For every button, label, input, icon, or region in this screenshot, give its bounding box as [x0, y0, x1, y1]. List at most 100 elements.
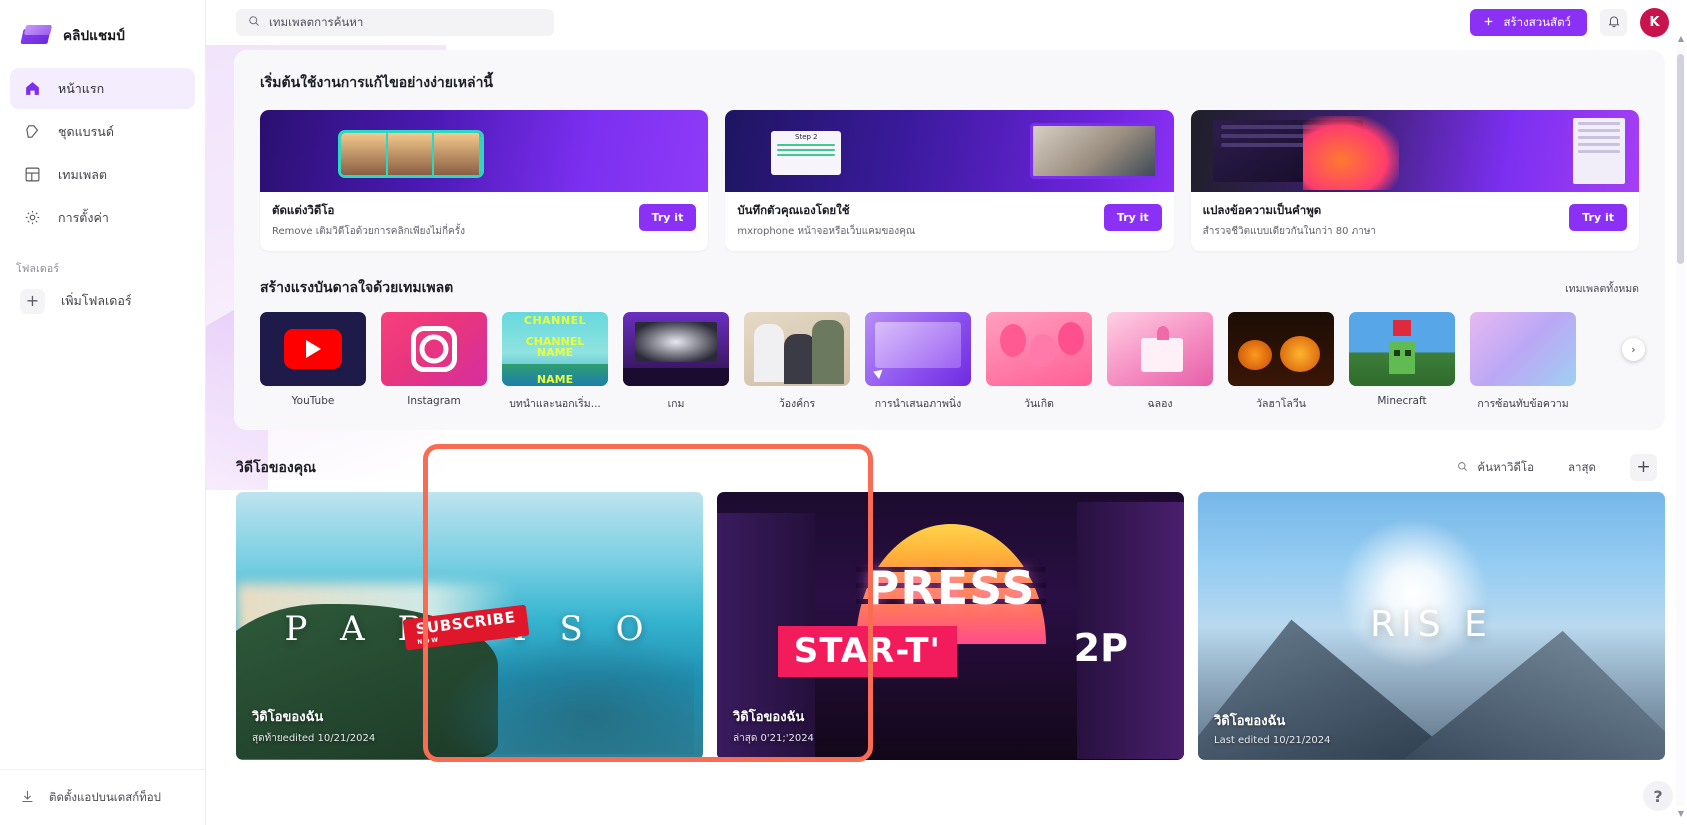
template-item-slideshow[interactable]: การนำเสนอภาพนิ่ง	[865, 311, 971, 412]
starter-card-subtitle: mxrophone หน้าจอหรือเว็บแคมของคุณ	[737, 226, 916, 237]
starter-card[interactable]: ตัดแต่งวิดีโอ Remove เติมวิดีโอด้วยการคล…	[260, 110, 709, 251]
vertical-scrollbar[interactable]: ▲ ▼	[1676, 34, 1685, 818]
sidebar-item-label: เทมเพลต	[58, 166, 108, 182]
template-thumbnail	[1228, 311, 1334, 386]
starter-card-thumbnail: Step 2	[725, 110, 1174, 192]
template-thumbnail	[1107, 311, 1213, 386]
template-thumbnail	[865, 311, 971, 386]
sidebar-item-brand-kit[interactable]: ชุดแบรนด์	[10, 111, 195, 152]
template-thumbnail	[1349, 311, 1455, 386]
sidebar-item-label: การตั้งค่า	[58, 209, 109, 225]
video-title: วิดิโอของฉัน	[252, 709, 324, 725]
search-input[interactable]: เทมเพลตการค้นหา	[236, 9, 554, 36]
sidebar-nav: หน้าแรก ชุดแบรนด์ เทมเพลต การตั้งค่า	[0, 68, 205, 238]
see-all-templates-link[interactable]: เทมเพลตทั้งหมด	[1565, 280, 1639, 297]
video-last-edited: สุดท้ายedited 10/21/2024	[252, 732, 376, 744]
template-label: ว้องค์กร	[778, 397, 816, 410]
try-it-button[interactable]: Try it	[638, 204, 697, 231]
sidebar-item-label: หน้าแรก	[58, 80, 105, 96]
top-bar: เทมเพลตการค้นหา สร้างสวนสัตว์ K	[206, 0, 1687, 45]
try-it-button[interactable]: Try it	[1103, 204, 1162, 231]
template-thumbnail	[744, 311, 850, 386]
starter-card-thumbnail	[1190, 110, 1639, 192]
template-thumbnail	[986, 311, 1092, 386]
brand: คลิปแชมป์	[0, 0, 205, 54]
reef-art	[436, 633, 694, 755]
scroll-up-icon[interactable]: ▲	[1678, 34, 1684, 43]
add-video-button[interactable]: +	[1630, 454, 1657, 481]
gear-icon	[23, 208, 42, 227]
your-videos-section: วิดีโอของคุณ ค้นหาวิดีโอ ลาสุด + P A S O…	[206, 443, 1687, 762]
template-label: การซ้อนทับข้อความ	[1477, 397, 1569, 410]
starter-card[interactable]: แปลงข้อความเป็นคำพูด สำรวจชีวิตแบบเดียวก…	[1190, 110, 1639, 251]
starter-card-subtitle: สำรวจชีวิตแบบเดียวกันในกว่า 80 ภาษา	[1202, 226, 1377, 237]
template-thumbnail	[260, 311, 366, 386]
chevron-right-icon[interactable]: ›	[1622, 337, 1645, 361]
video-overlay-line3: 2P	[1073, 625, 1128, 670]
template-item-celebrate[interactable]: ฉลอง	[1107, 311, 1213, 412]
starter-card[interactable]: Step 2 บันทึกตัวคุณเองโดยใช้ mxrophone ห…	[725, 110, 1174, 251]
video-last-edited: Last edited 10/21/2024	[1214, 734, 1331, 746]
template-item-gaming[interactable]: เกม	[623, 311, 729, 412]
video-search-placeholder: ค้นหาวิดีโอ	[1477, 459, 1534, 474]
video-card-press-start[interactable]: PRESS STAR-T' 2P วิดิโอของฉัน ล่าสุด 0'2…	[717, 491, 1184, 760]
plus-icon: +	[20, 288, 45, 314]
search-icon	[248, 15, 260, 30]
video-card-rise[interactable]: RIS E วิดิโอของฉัน Last edited 10/21/202…	[1198, 491, 1665, 760]
template-item-text-overlay[interactable]: การซ้อนทับข้อความ	[1470, 311, 1576, 412]
template-item-instagram[interactable]: Instagram	[381, 311, 487, 412]
help-button[interactable]: ?	[1643, 781, 1673, 811]
video-title: วิดิโอของฉัน	[1214, 713, 1286, 729]
video-search-input[interactable]: ค้นหาวิดีโอ	[1457, 459, 1534, 477]
template-label: บทนำและนอกเริ่ม...	[509, 397, 601, 410]
start-text-bar: STAR-T'	[777, 625, 957, 677]
starter-section-title: เริ่มต้นใช้งานการแก้ไขอย่างง่ายเหล่านี้	[260, 75, 494, 91]
plus-icon	[1482, 15, 1495, 31]
sun-flare-art	[1327, 507, 1498, 678]
create-button-label: สร้างสวนสัตว์	[1503, 14, 1571, 29]
top-bar-actions: สร้างสวนสัตว์ K	[1470, 8, 1669, 37]
scrollbar-thumb[interactable]	[1677, 54, 1684, 264]
template-item-intro-outro[interactable]: CHANNEL CHANNEL NAME NAME บทนำและนอกเริ่ม…	[502, 311, 608, 412]
sidebar-item-label: ชุดแบรนด์	[58, 123, 114, 139]
flame-art	[1302, 116, 1399, 190]
sidebar-item-templates[interactable]: เทมเพลต	[10, 154, 195, 195]
template-item-birthday[interactable]: วันเกิด	[986, 311, 1092, 412]
sidebar-item-settings[interactable]: การตั้งค่า	[10, 197, 195, 238]
starter-card-title: ตัดแต่งวิดีโอ	[272, 203, 335, 217]
plus-icon: +	[1636, 457, 1651, 477]
bell-icon	[1607, 13, 1621, 32]
create-button[interactable]: สร้างสวนสัตว์	[1470, 9, 1587, 36]
notifications-button[interactable]	[1600, 9, 1627, 36]
template-label: Instagram	[407, 394, 461, 407]
try-it-button[interactable]: Try it	[1569, 204, 1627, 231]
template-item-halloween[interactable]: วัลฮาโลวีน	[1228, 311, 1334, 412]
sort-dropdown[interactable]: ลาสุด	[1568, 459, 1596, 477]
sidebar-item-home[interactable]: หน้าแรก	[10, 68, 195, 109]
template-label: การนำเสนอภาพนิ่ง	[874, 397, 962, 410]
template-thumbnail	[381, 311, 487, 386]
avatar[interactable]: K	[1640, 8, 1669, 37]
template-label: YouTube	[291, 394, 335, 407]
clipchamp-logo-icon	[20, 23, 53, 47]
template-thumbnail	[623, 311, 729, 386]
content: เริ่มต้นใช้งานการแก้ไขอย่างง่ายเหล่านี้ …	[206, 50, 1687, 762]
download-icon	[20, 789, 35, 807]
templates-grid-icon	[23, 165, 42, 184]
step-art: Step 2	[771, 131, 842, 175]
template-item-organization[interactable]: ว้องค์กร	[744, 311, 850, 412]
template-label: Minecraft	[1377, 394, 1427, 407]
brand-name: คลิปแชมป์	[63, 28, 125, 44]
templates-section-title: สร้างแรงบันดาลใจด้วยเทมเพลต	[260, 279, 454, 296]
install-desktop-app-button[interactable]: ติดตั้งแอปบนเดสก์ท็อป	[0, 769, 205, 825]
main-area: เทมเพลตการค้นหา สร้างสวนสัตว์ K เริ่มต้น…	[206, 0, 1687, 825]
template-item-minecraft[interactable]: Minecraft	[1349, 311, 1455, 412]
scroll-down-icon[interactable]: ▼	[1678, 809, 1684, 818]
video-card-paraiso[interactable]: P A R A I S O SUBSCRIBE NOW วิดิโอของฉัน…	[236, 491, 703, 760]
template-item-youtube[interactable]: YouTube	[260, 311, 366, 412]
your-videos-tools: ค้นหาวิดีโอ ลาสุด +	[1457, 454, 1657, 481]
video-meta: วิดิโอของฉัน Last edited 10/21/2024	[1214, 710, 1331, 746]
add-folder-button[interactable]: + เพิ่มโฟลเดอร์	[10, 281, 195, 321]
your-videos-header: วิดีโอของคุณ ค้นหาวิดีโอ ลาสุด +	[206, 444, 1687, 492]
install-app-label: ติดตั้งแอปบนเดสก์ท็อป	[49, 789, 161, 804]
